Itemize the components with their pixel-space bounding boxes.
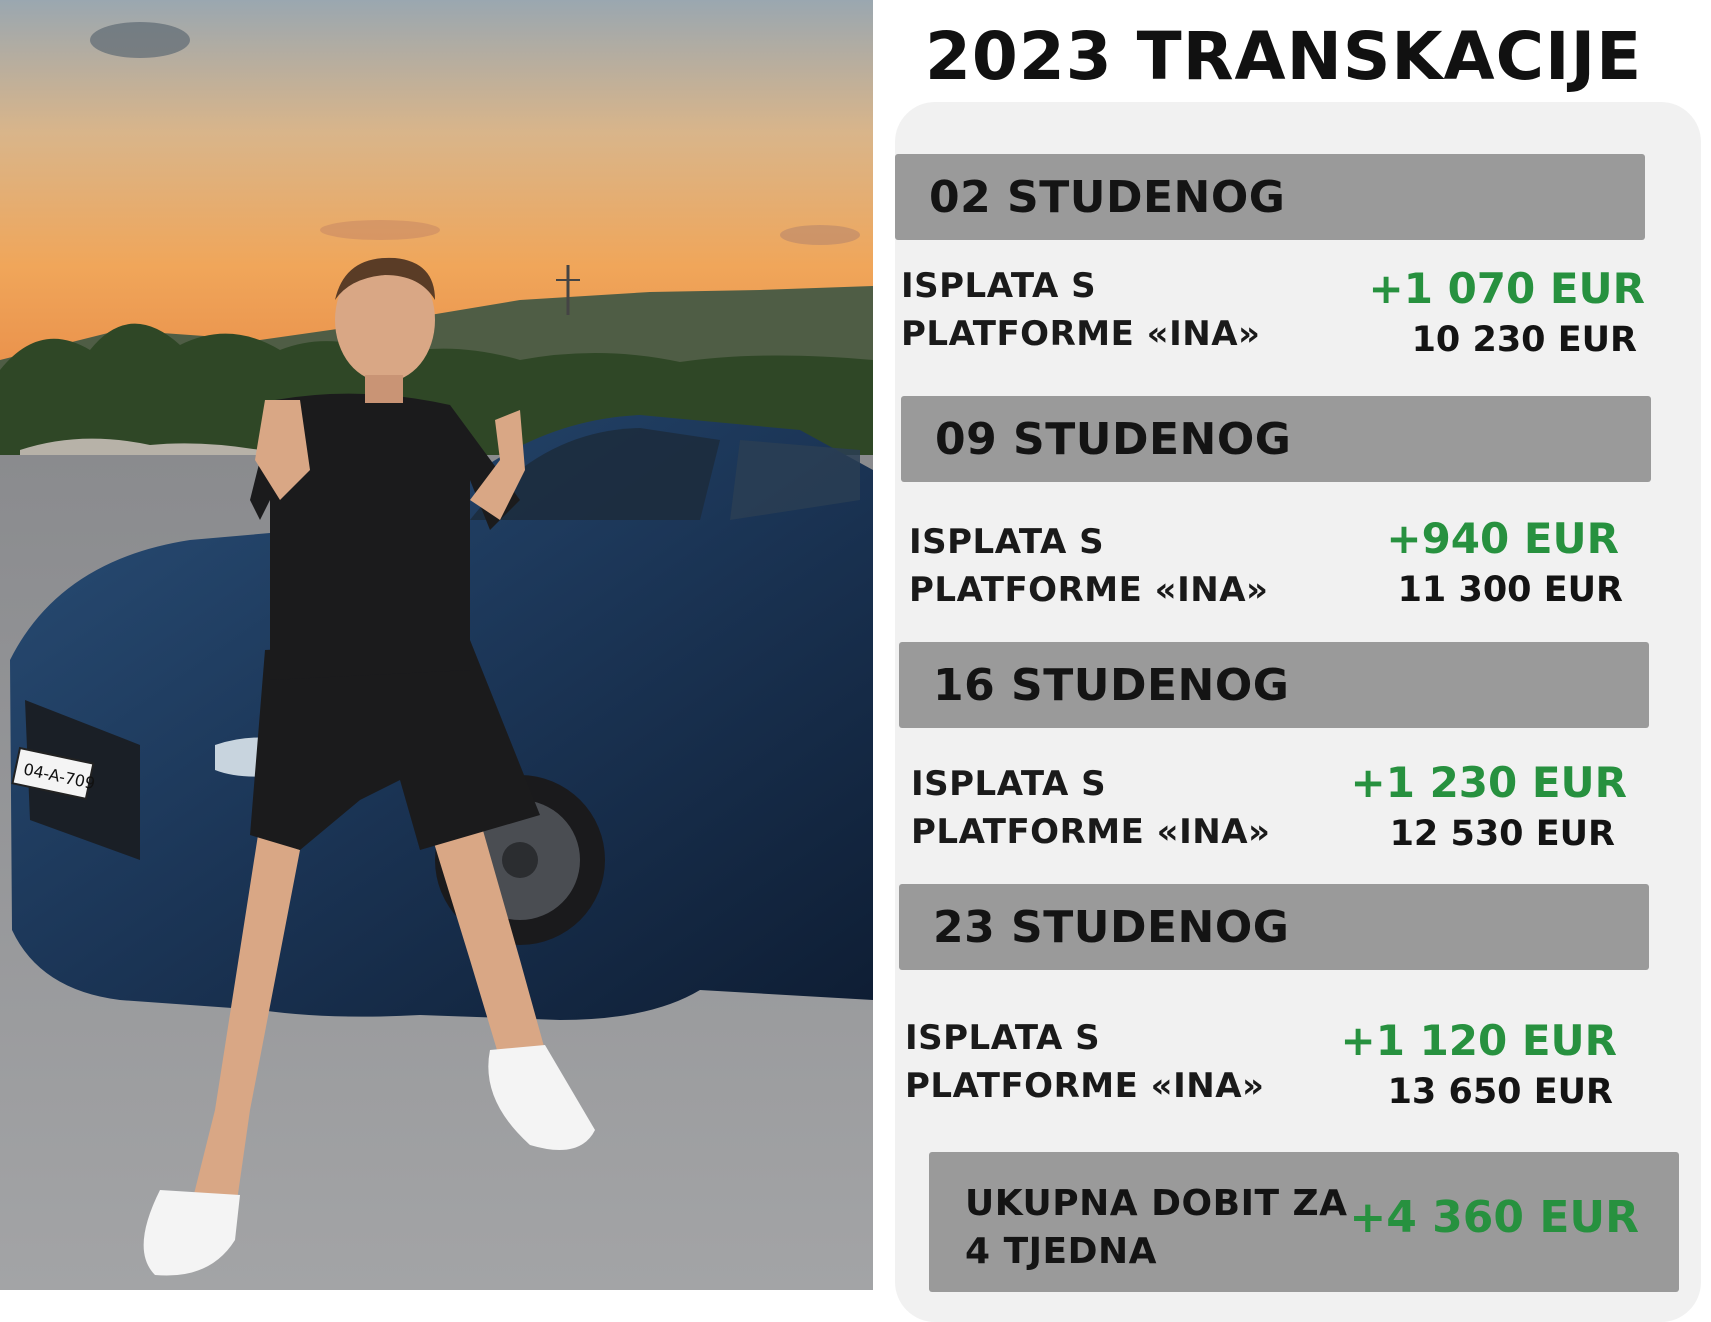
entry-label-line2: PLATFORME «INA» xyxy=(909,570,1269,610)
entry-amount: +1 070 EUR xyxy=(1368,264,1645,313)
entry-label: ISPLATA S PLATFORME «INA» xyxy=(909,518,1269,614)
date-header: 16 STUDENOG xyxy=(899,642,1649,728)
entry-balance: 10 230 EUR xyxy=(1411,320,1637,360)
entry-label-line1: ISPLATA S xyxy=(905,1018,1101,1058)
date-label: 02 STUDENOG xyxy=(929,171,1286,223)
date-header: 09 STUDENOG xyxy=(901,396,1651,482)
entry-balance: 13 650 EUR xyxy=(1387,1072,1613,1112)
entry-label-line1: ISPLATA S xyxy=(911,764,1107,804)
entry-balance: 11 300 EUR xyxy=(1397,570,1623,610)
page-title: 2023 TRANSKACIJE xyxy=(925,18,1643,95)
entry-label-line1: ISPLATA S xyxy=(909,522,1105,562)
entry-label-line2: PLATFORME «INA» xyxy=(901,314,1261,354)
entry-label: ISPLATA S PLATFORME «INA» xyxy=(901,262,1261,358)
car-photo: 04-A-709 xyxy=(0,0,873,1290)
date-label: 23 STUDENOG xyxy=(933,901,1290,953)
total-amount: +4 360 EUR xyxy=(1349,1192,1639,1243)
car-photo-illustration: 04-A-709 xyxy=(0,0,873,1290)
total-label-line2: 4 TJEDNA xyxy=(965,1231,1157,1272)
entry-balance: 12 530 EUR xyxy=(1389,814,1615,854)
entry-label-line2: PLATFORME «INA» xyxy=(905,1066,1265,1106)
date-label: 16 STUDENOG xyxy=(933,659,1290,711)
transactions-panel: 2023 TRANSKACIJE 02 STUDENOG ISPLATA S P… xyxy=(873,0,1711,1322)
total-label: UKUPNA DOBIT ZA 4 TJEDNA xyxy=(965,1180,1348,1276)
entry-amount: +1 120 EUR xyxy=(1340,1016,1617,1065)
entry-label-line2: PLATFORME «INA» xyxy=(911,812,1271,852)
entry-label: ISPLATA S PLATFORME «INA» xyxy=(911,760,1271,856)
entry-label: ISPLATA S PLATFORME «INA» xyxy=(905,1014,1265,1110)
total-label-line1: UKUPNA DOBIT ZA xyxy=(965,1183,1348,1224)
total-summary: UKUPNA DOBIT ZA 4 TJEDNA +4 360 EUR xyxy=(929,1152,1679,1292)
date-header: 02 STUDENOG xyxy=(895,154,1645,240)
entry-amount: +940 EUR xyxy=(1386,514,1619,563)
transactions-card: 02 STUDENOG ISPLATA S PLATFORME «INA» +1… xyxy=(895,102,1701,1322)
entry-label-line1: ISPLATA S xyxy=(901,266,1097,306)
date-header: 23 STUDENOG xyxy=(899,884,1649,970)
date-label: 09 STUDENOG xyxy=(935,413,1292,465)
entry-amount: +1 230 EUR xyxy=(1350,758,1627,807)
